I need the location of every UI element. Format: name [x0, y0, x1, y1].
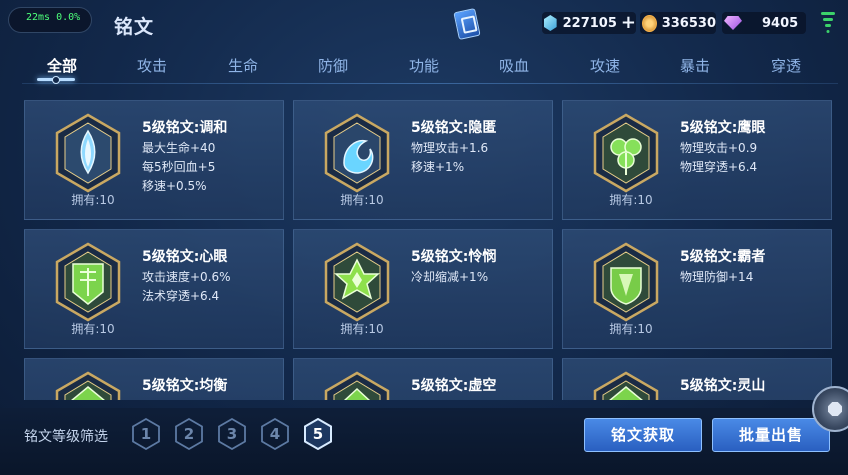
rune-name: 5级铭文:虚空 [411, 378, 497, 394]
add-gem-button[interactable]: + [621, 14, 636, 32]
green-emblem-icon [324, 371, 390, 400]
owned-count: 拥有:10 [71, 322, 115, 336]
gold-coin-icon [642, 14, 657, 32]
tab-lifesteal[interactable]: 吸血 [474, 52, 554, 84]
tab-attack[interactable]: 攻击 [112, 52, 192, 84]
rune-attr: 最大生命+40 [142, 141, 216, 155]
level-number: 4 [269, 425, 281, 443]
rune-card[interactable]: 5级铭文:灵山 [562, 358, 832, 400]
gem-amount: 227105 [562, 15, 617, 31]
diamond-amount: 9405 [762, 15, 799, 31]
rune-card[interactable]: 5级铭文:虚空 [293, 358, 553, 400]
gem-currency: 227105 + [542, 12, 636, 34]
top-bar: 22ms 0.0% 铭文 227105 + 336530 9405 [0, 0, 848, 46]
tab-divider [22, 83, 838, 84]
level-filter-2[interactable]: 2 [174, 418, 204, 450]
page-title: 铭文 [114, 16, 155, 38]
level-filter-4[interactable]: 4 [260, 418, 290, 450]
level-number: 5 [312, 425, 324, 443]
tab-defense[interactable]: 防御 [293, 52, 373, 84]
diamond-currency: 9405 [722, 12, 806, 34]
owned-count: 拥有:10 [340, 322, 384, 336]
rune-attr: 物理攻击+0.9 [680, 141, 758, 155]
bulk-sell-button[interactable]: 批量出售 [712, 418, 830, 452]
tab-health[interactable]: 生命 [203, 52, 283, 84]
owned-count: 拥有:10 [609, 322, 653, 336]
rune-card[interactable]: 5级铭文:均衡 [24, 358, 284, 400]
rune-attr: 攻击速度+0.6% [142, 270, 231, 284]
packet-loss-text: 0.0% [56, 12, 81, 23]
tab-utility[interactable]: 功能 [384, 52, 464, 84]
rune-attr: 每5秒回血+5 [142, 160, 216, 174]
rune-attr: 物理攻击+1.6 [411, 141, 489, 155]
blue-flame-emblem-icon [55, 113, 121, 193]
rune-attr: 物理穿透+6.4 [680, 160, 758, 174]
rune-attr: 冷却缩减+1% [411, 270, 489, 284]
owned-count: 拥有:10 [340, 193, 384, 207]
active-tab-dot [52, 76, 60, 84]
green-clover-emblem-icon [593, 113, 659, 193]
bottom-bar: 铭文等级筛选 1 2 3 4 5 铭文获取 批量出售 [0, 408, 848, 475]
level-number: 3 [226, 425, 238, 443]
level-number: 1 [140, 425, 152, 443]
green-shield-emblem-icon [55, 242, 121, 322]
rune-name: 5级铭文:怜悯 [411, 249, 497, 265]
rune-name: 5级铭文:隐匿 [411, 120, 497, 136]
rune-name: 5级铭文:均衡 [142, 378, 228, 394]
level-filter-label: 铭文等级筛选 [24, 429, 108, 445]
tab-crit[interactable]: 暴击 [655, 52, 735, 84]
level-filter-1[interactable]: 1 [131, 418, 161, 450]
green-crest-emblem-icon [593, 242, 659, 322]
rune-attr: 物理防御+14 [680, 270, 754, 284]
diamond-icon [724, 16, 742, 30]
rune-card[interactable]: 拥有:10 5级铭文:心眼 攻击速度+0.6% 法术穿透+6.4 [24, 229, 284, 349]
green-star-emblem-icon [324, 242, 390, 322]
level-filter-5[interactable]: 5 [303, 418, 333, 450]
perf-readout: 22ms 0.0% [26, 12, 86, 23]
rune-card[interactable]: 拥有:10 5级铭文:隐匿 物理攻击+1.6 移速+1% [293, 100, 553, 220]
level-number: 2 [183, 425, 195, 443]
rune-attr: 法术穿透+6.4 [142, 289, 220, 303]
owned-count: 拥有:10 [71, 193, 115, 207]
rune-name: 5级铭文:鹰眼 [680, 120, 766, 136]
green-emblem-icon [593, 371, 659, 400]
category-tabs: 全部 攻击 生命 防御 功能 吸血 攻速 暴击 穿透 [16, 52, 838, 88]
rune-name: 5级铭文:调和 [142, 120, 228, 136]
green-emblem-icon [55, 371, 121, 400]
rune-acquire-button[interactable]: 铭文获取 [584, 418, 702, 452]
level-filter-3[interactable]: 3 [217, 418, 247, 450]
tab-attack-speed[interactable]: 攻速 [565, 52, 645, 84]
rune-card[interactable]: 拥有:10 5级铭文:鹰眼 物理攻击+0.9 物理穿透+6.4 [562, 100, 832, 220]
rune-name: 5级铭文:灵山 [680, 378, 766, 394]
latency-text: 22ms [26, 12, 51, 23]
rune-grid: 拥有:10 5级铭文:调和 最大生命+40 每5秒回血+5 移速+0.5% 拥有… [24, 100, 832, 400]
gold-currency: 336530 [640, 12, 716, 34]
owned-count: 拥有:10 [609, 193, 653, 207]
blue-swirl-emblem-icon [324, 113, 390, 193]
rune-attr: 移速+1% [411, 160, 465, 174]
gem-icon [544, 15, 557, 31]
rune-name: 5级铭文:心眼 [142, 249, 228, 265]
tab-penetration[interactable]: 穿透 [746, 52, 826, 84]
rune-card[interactable]: 拥有:10 5级铭文:调和 最大生命+40 每5秒回血+5 移速+0.5% [24, 100, 284, 220]
rune-card[interactable]: 拥有:10 5级铭文:怜悯 冷却缩减+1% [293, 229, 553, 349]
wifi-signal-icon [820, 12, 836, 34]
rune-card[interactable]: 拥有:10 5级铭文:霸者 物理防御+14 [562, 229, 832, 349]
rune-card-icon[interactable] [453, 8, 481, 40]
rune-name: 5级铭文:霸者 [680, 249, 766, 265]
gold-amount: 336530 [661, 15, 716, 31]
rune-attr: 移速+0.5% [142, 179, 207, 193]
